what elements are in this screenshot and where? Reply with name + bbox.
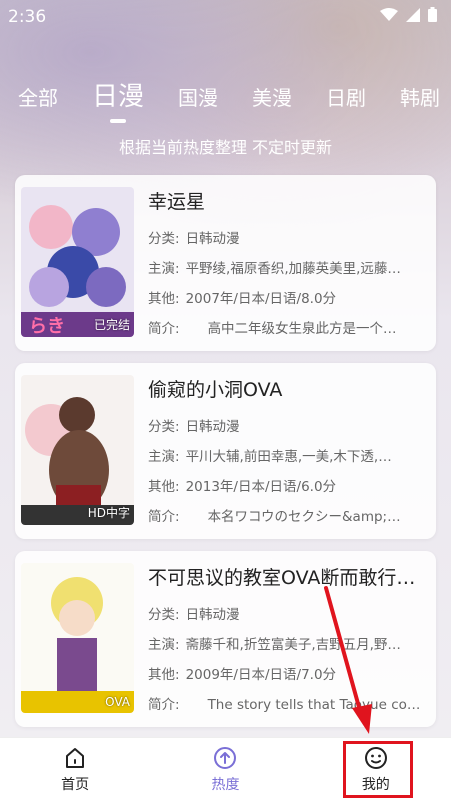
card-title: 不可思议的教室OVA断而敢行… (148, 567, 416, 589)
list-item[interactable]: OVA 不可思议的教室OVA断而敢行… 分类: 日韩动漫 主演: 斋藤千和,折笠富美… (15, 551, 436, 727)
intro-value: 本名ワコウのセクシー&amp;… (207, 509, 401, 525)
card-title: 偷窥的小洞OVA (148, 379, 283, 401)
intro-value: 高中二年级女生泉此方是一个… (207, 321, 397, 337)
tab-all[interactable]: 全部 (18, 74, 58, 111)
cast-value: 斋藤千和,折笠富美子,吉野五月,野… (185, 637, 401, 653)
category-key: 分类: (148, 607, 180, 623)
status-bar: 2:36 (0, 0, 451, 34)
card-title: 幸运星 (148, 191, 206, 213)
home-icon (66, 747, 85, 768)
category-value: 日韩动漫 (185, 231, 240, 247)
nav-hot-label: 热度 (211, 776, 240, 793)
highlight-box (343, 741, 413, 798)
other-value: 2013年/日本/日语/6.0分 (185, 479, 337, 495)
battery-icon (428, 7, 437, 27)
other-key: 其他: (148, 291, 180, 307)
category-value: 日韩动漫 (185, 607, 240, 623)
list-item[interactable]: HD中字 偷窥的小洞OVA 分类: 日韩动漫 主演: 平川大辅,前田幸惠,一美,木下… (15, 363, 436, 539)
cast-key: 主演: (148, 261, 180, 277)
status-badge: 已完结 (93, 318, 130, 332)
intro-key: 简介: (148, 697, 180, 713)
nav-home-label: 首页 (61, 776, 90, 793)
tab-chinese-anime[interactable]: 国漫 (178, 74, 218, 111)
wifi-icon (380, 7, 398, 27)
other-key: 其他: (148, 667, 180, 683)
other-value: 2009年/日本/日语/7.0分 (185, 667, 337, 683)
hot-upload-icon (214, 746, 237, 769)
page-subtitle: 根据当前热度整理 不定时更新 (118, 138, 333, 157)
status-badge: HD中字 (87, 506, 130, 520)
category-tabs: 全部 日漫 国漫 美漫 日剧 韩剧 (0, 74, 451, 126)
intro-value: The story tells that Taoyue co… (207, 697, 421, 713)
category-value: 日韩动漫 (185, 419, 240, 435)
list-item[interactable]: らき 已完结 幸运星 分类: 日韩动漫 主演: 平野绫,福原香织,加藤英美里,远藤…… (15, 175, 436, 351)
poster-image: HD中字 (21, 375, 134, 525)
status-time: 2:36 (8, 7, 47, 27)
cast-key: 主演: (148, 637, 180, 653)
nav-home[interactable]: 首页 (0, 738, 150, 801)
intro-key: 简介: (148, 509, 180, 525)
poster-image: らき 已完结 (21, 187, 134, 337)
poster-image: OVA (21, 563, 134, 713)
signal-icon (406, 7, 420, 27)
tab-korean-drama[interactable]: 韩剧 (400, 74, 440, 111)
category-key: 分类: (148, 419, 180, 435)
svg-text:らき: らき (29, 316, 65, 337)
status-badge: OVA (105, 695, 130, 709)
other-key: 其他: (148, 479, 180, 495)
category-key: 分类: (148, 231, 180, 247)
tab-japanese-anime[interactable]: 日漫 (92, 74, 144, 113)
cast-value: 平川大辅,前田幸惠,一美,木下透,… (185, 449, 392, 465)
cast-value: 平野绫,福原香织,加藤英美里,远藤… (185, 261, 401, 277)
intro-key: 简介: (148, 321, 180, 337)
tab-american-comics[interactable]: 美漫 (252, 74, 292, 111)
nav-hot[interactable]: 热度 (150, 738, 300, 801)
other-value: 2007年/日本/日语/8.0分 (185, 291, 337, 307)
tab-japanese-drama[interactable]: 日剧 (326, 74, 366, 111)
cast-key: 主演: (148, 449, 180, 465)
